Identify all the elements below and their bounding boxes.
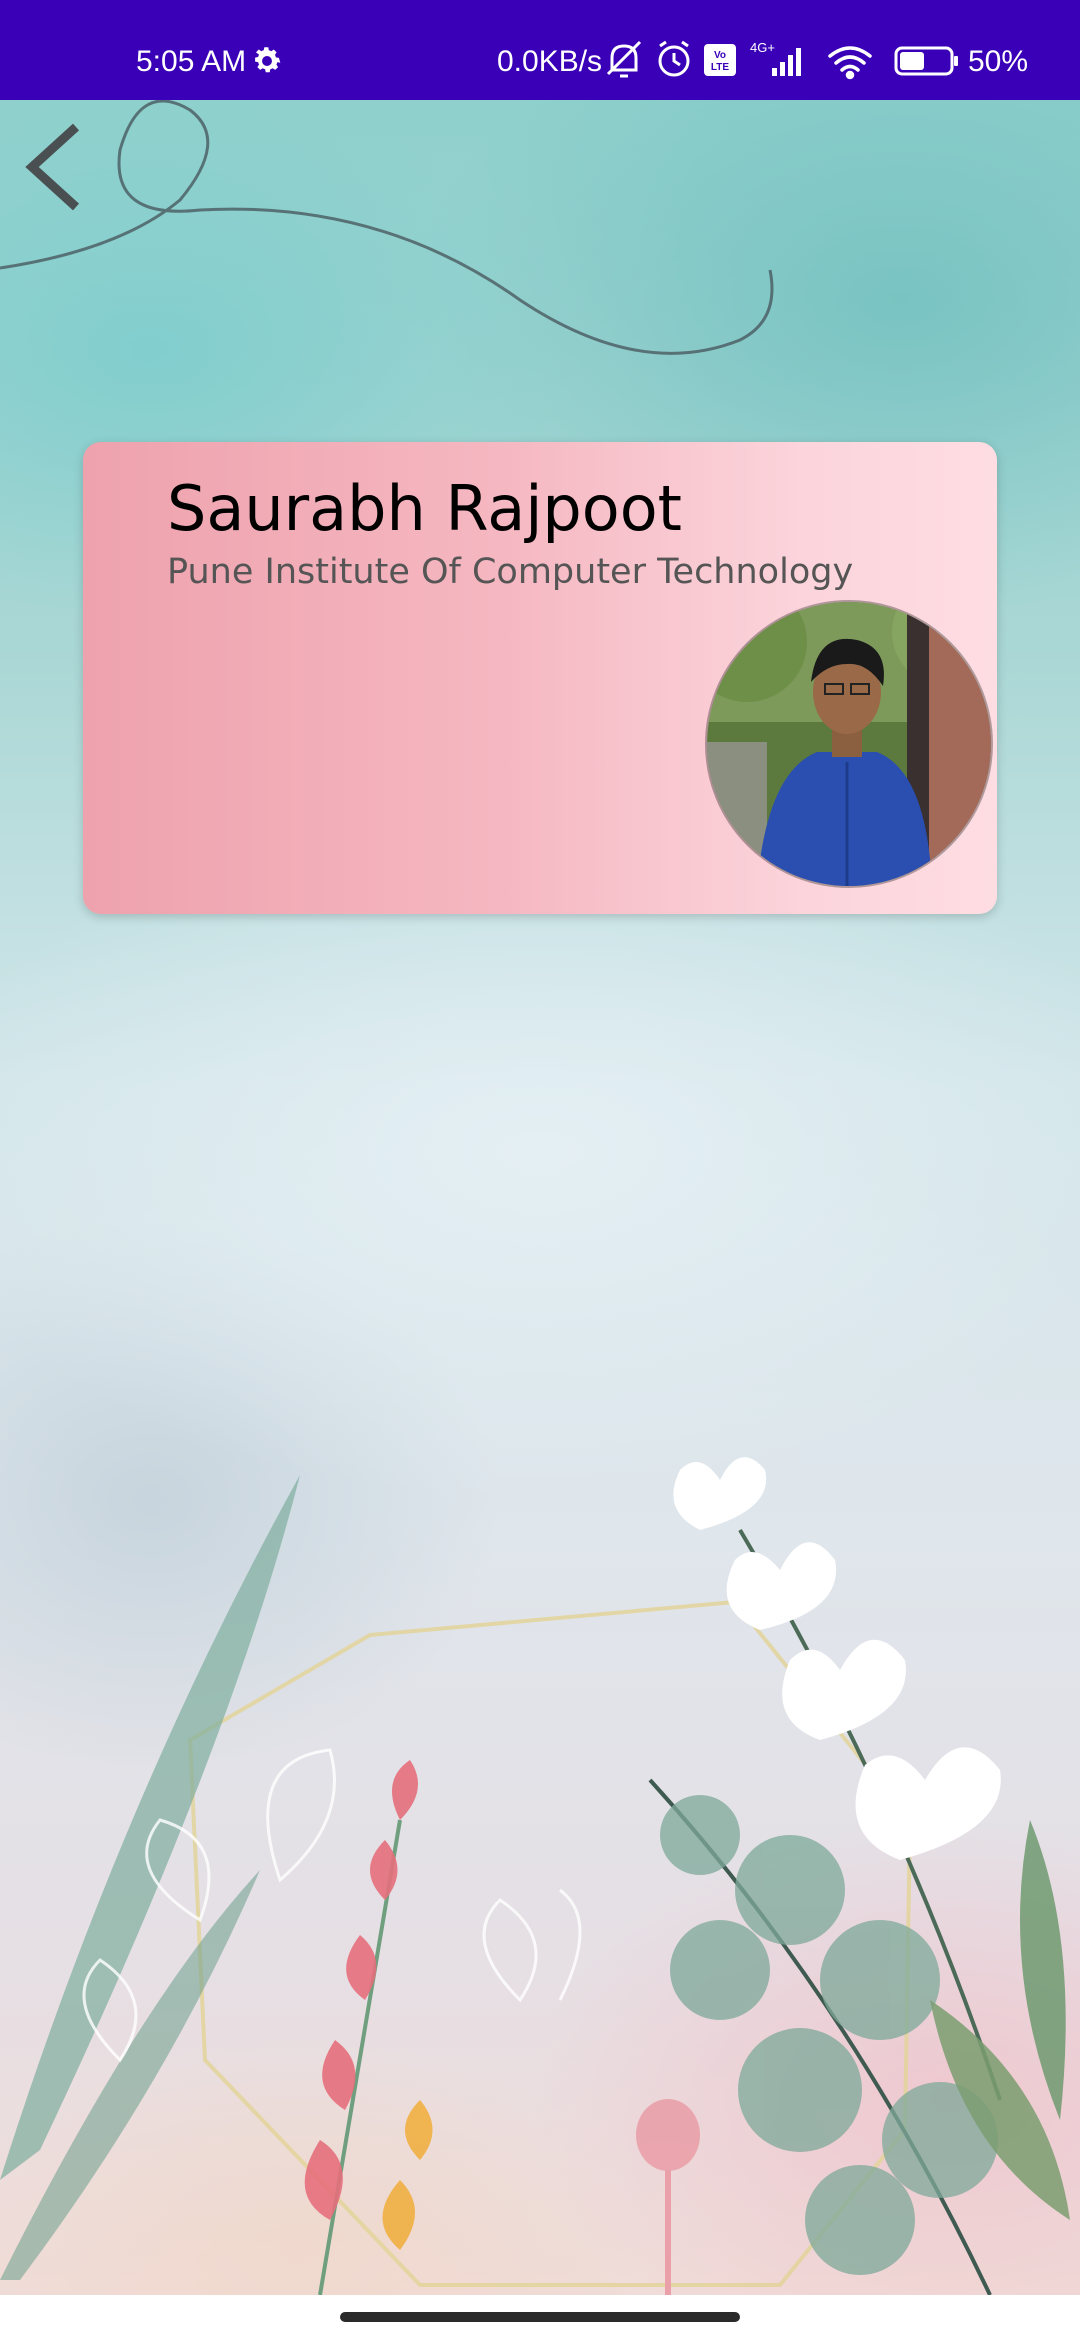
profile-name: Saurabh Rajpoot bbox=[167, 472, 682, 545]
status-time: 5:05 AM bbox=[136, 45, 247, 78]
background-illustration bbox=[0, 100, 1080, 2295]
home-indicator[interactable] bbox=[340, 2312, 740, 2322]
battery-percent: 50% bbox=[968, 45, 1029, 78]
signal-4g-icon: 4G+ bbox=[750, 40, 801, 76]
svg-text:LTE: LTE bbox=[711, 62, 729, 73]
status-bar: 5:05 AM 0.0KB/s Vo LTE 4G+ 50% bbox=[0, 0, 1080, 100]
mute-icon bbox=[606, 40, 642, 78]
profile-institute: Pune Institute Of Computer Technology bbox=[167, 552, 854, 592]
svg-text:Vo: Vo bbox=[714, 50, 726, 61]
avatar bbox=[705, 600, 993, 888]
volte-icon: Vo LTE bbox=[704, 44, 736, 76]
decorative-artwork bbox=[0, 100, 1070, 2295]
profile-card[interactable]: Saurabh Rajpoot Pune Institute Of Comput… bbox=[83, 442, 997, 914]
back-button[interactable] bbox=[18, 115, 98, 215]
settings-icon bbox=[255, 47, 281, 73]
svg-text:4G+: 4G+ bbox=[750, 40, 775, 55]
network-speed: 0.0KB/s bbox=[497, 45, 603, 78]
alarm-icon bbox=[658, 40, 690, 77]
status-icons: Vo LTE 4G+ bbox=[606, 40, 958, 80]
battery-icon bbox=[894, 46, 958, 76]
wifi-icon bbox=[828, 46, 872, 80]
chevron-left-icon bbox=[25, 123, 80, 211]
